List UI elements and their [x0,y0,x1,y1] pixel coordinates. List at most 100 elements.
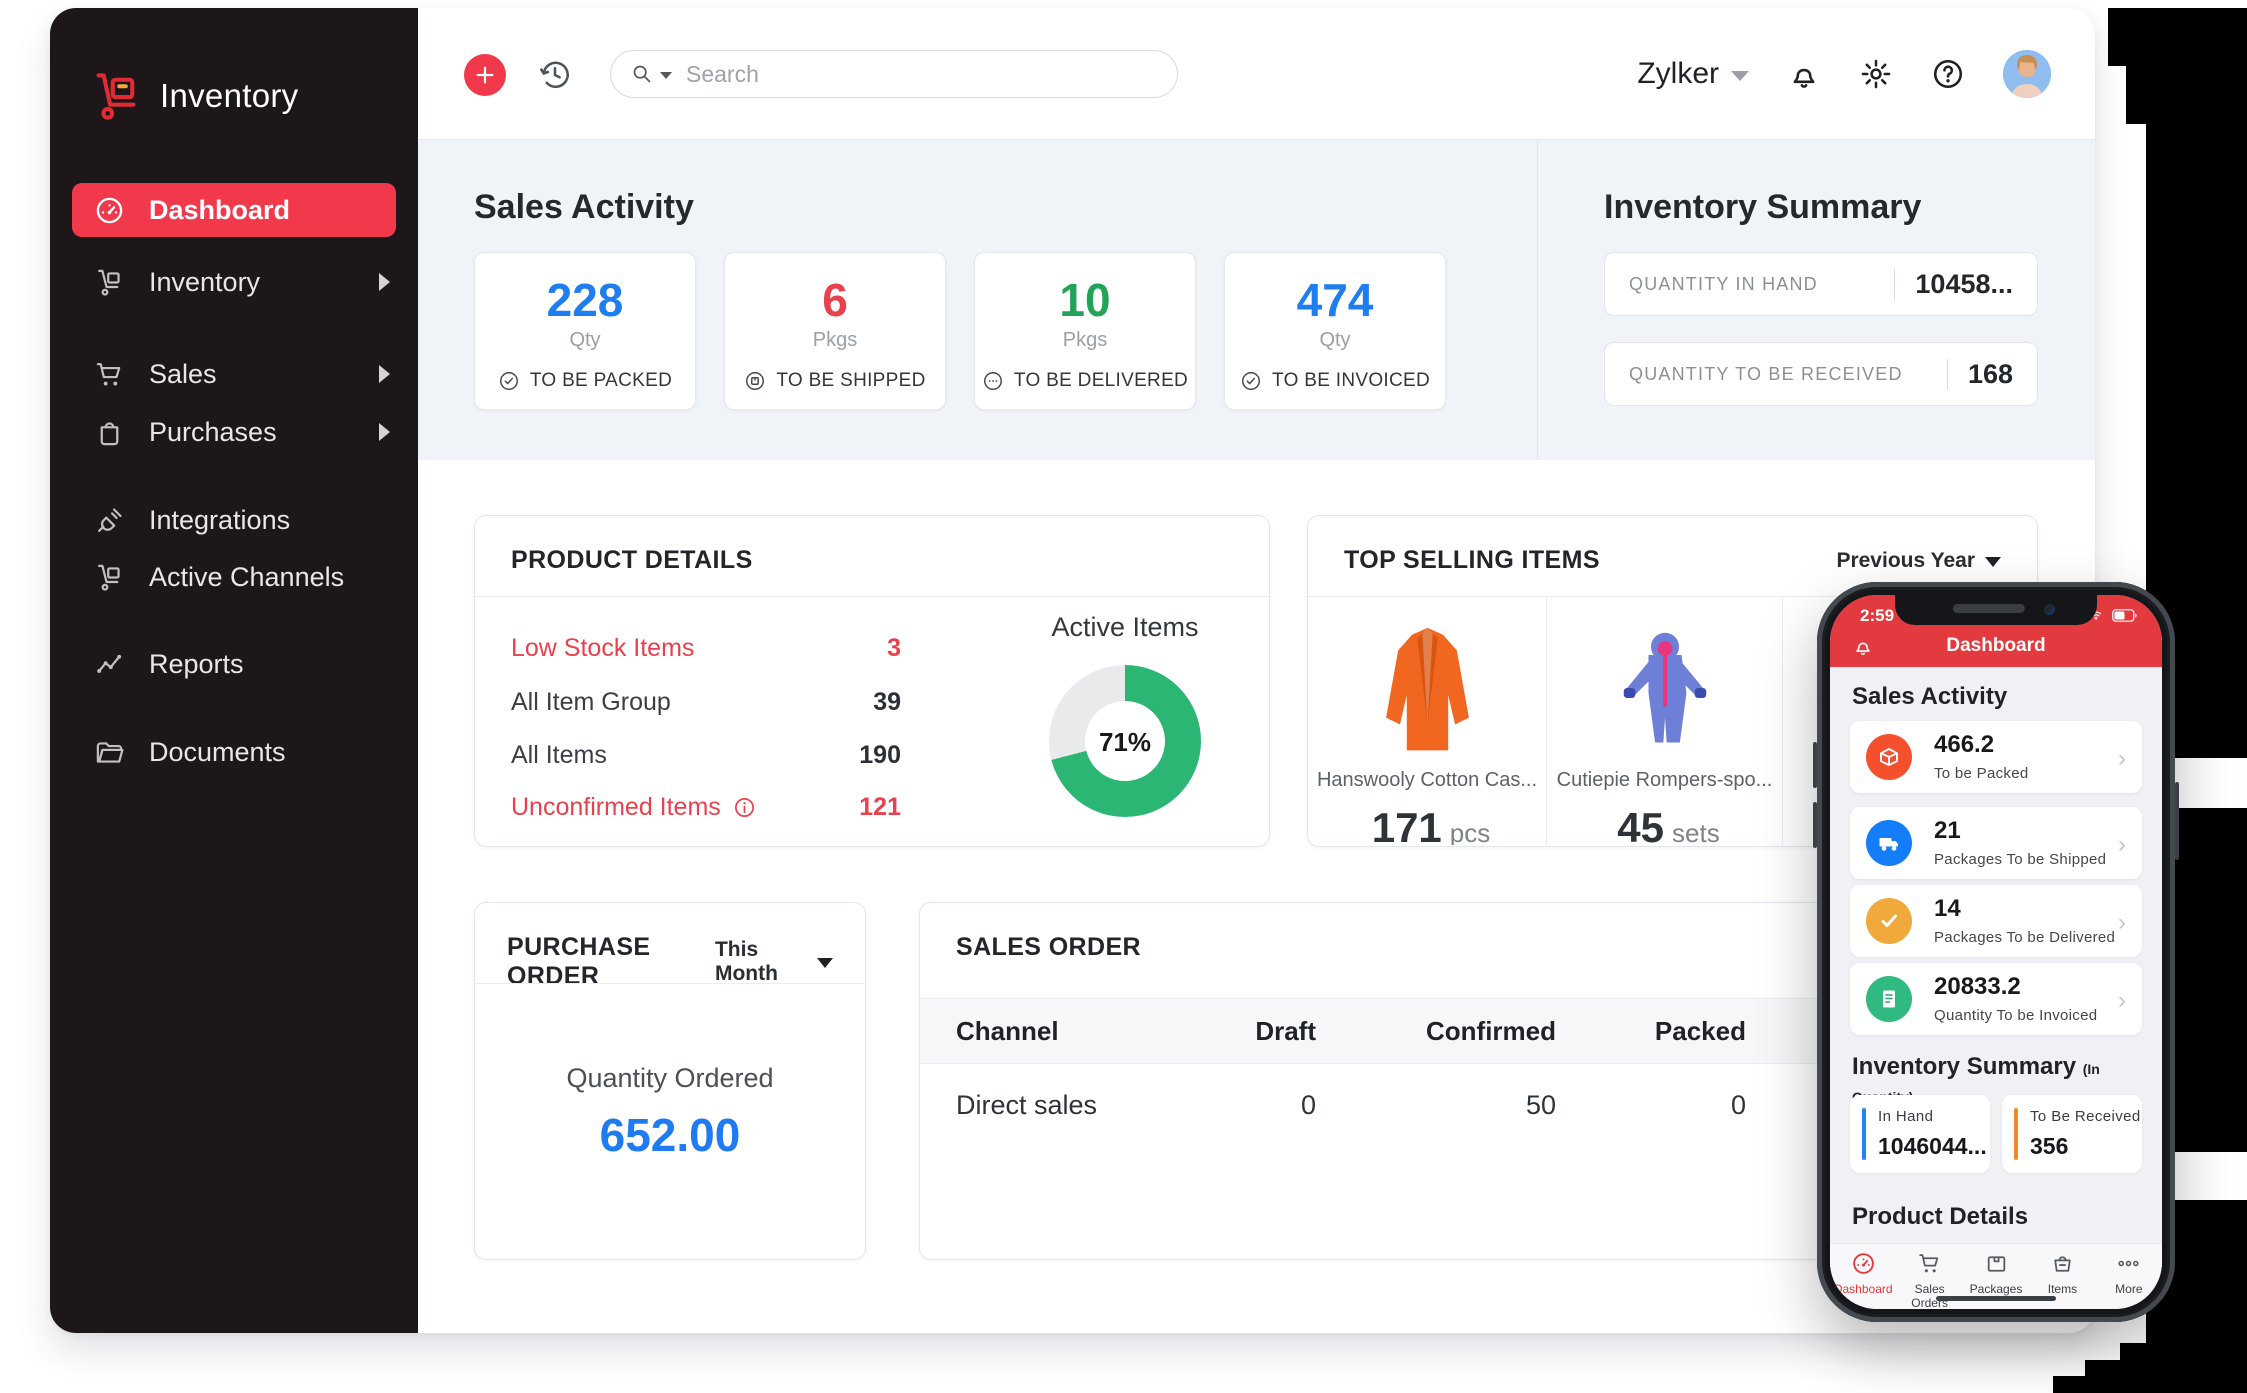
info-icon [733,796,756,819]
unconfirmed-items-row[interactable]: Unconfirmed Items 121 [511,793,901,822]
search-bar [610,50,1178,98]
to-be-shipped-card[interactable]: 6 Pkgs TO BE SHIPPED [724,252,946,410]
avatar-image [2003,50,2051,98]
sidebar-item-inventory[interactable]: Inventory [50,254,418,310]
org-name: Zylker [1637,57,1719,91]
search-scope-caret-icon[interactable] [660,72,672,79]
chevron-right-icon [379,423,390,441]
sales-activity-section: Sales Activity 228 Qty TO BE PACKED 6 Pk… [418,140,1537,460]
active-items-label: Active Items [995,612,1255,643]
help-button[interactable] [1931,57,1965,91]
recent-history-button[interactable] [534,54,576,96]
chevron-right-icon: › [2118,909,2126,937]
caret-down-icon [817,958,833,968]
user-avatar[interactable] [2003,50,2051,98]
screenshot-root: Inventory Dashboard Inventory Sales Purc… [0,0,2247,1393]
top-selling-items-title: TOP SELLING ITEMS [1344,546,1600,575]
purchase-order-range-dropdown[interactable]: This Month [715,938,833,986]
sidebar-item-documents[interactable]: Documents [50,724,418,780]
top-selling-item[interactable]: Cutiepie Rompers-spo... 45sets [1547,597,1783,845]
quantity-to-be-received-row: QUANTITY TO BE RECEIVED 168 [1604,342,2038,406]
sales-activity-title: Sales Activity [474,188,694,227]
summary-band: Sales Activity 228 Qty TO BE PACKED 6 Pk… [418,140,2095,460]
quantity-in-hand-value: 10458... [1894,269,2013,300]
cart-icon [94,359,125,390]
settings-button[interactable] [1859,57,1893,91]
active-items-donut: 71% [1049,665,1201,817]
chevron-right-icon [379,273,390,291]
active-items-chart: Active Items 71% [995,612,1255,817]
low-stock-items-row[interactable]: Low Stock Items 3 [511,634,901,663]
app-logo: Inventory [90,70,298,122]
phone-to-be-received-card[interactable]: To Be Received 356 [2002,1095,2142,1173]
search-input[interactable] [686,61,1157,88]
chevron-right-icon: › [2118,745,2126,773]
phone-page-title: Dashboard [1830,635,2162,657]
to-be-delivered-card[interactable]: 10 Pkgs TO BE DELIVERED [974,252,1196,410]
quantity-to-be-received-value: 168 [1947,359,2013,390]
to-be-shipped-value: 6 [725,273,945,327]
sidebar-item-purchases[interactable]: Purchases [50,404,418,460]
home-indicator[interactable] [1936,1296,2056,1301]
all-item-group-row[interactable]: All Item Group 39 [511,688,901,717]
chevron-down-icon [1731,71,1749,81]
document-icon [1877,987,1901,1011]
plug-icon [94,505,125,536]
handtruck-icon [94,267,125,298]
topbar: Zylker [418,8,2095,140]
phone-to-be-packed-card[interactable]: 466.2 To be Packed › [1850,721,2142,793]
add-new-button[interactable] [464,54,506,96]
app-title: Inventory [160,77,298,115]
phone-mockup: 2:59 Dashboard Sales Activity 4 [1817,582,2175,1322]
cart-icon [1917,1251,1942,1276]
tab-dashboard[interactable]: Dashboard [1830,1244,1896,1309]
check-circle-icon [498,370,520,392]
purchase-order-card: PURCHASE ORDER This Month Quantity Order… [474,902,866,1260]
product-details-card: PRODUCT DETAILS Low Stock Items 3 All It… [474,515,1270,847]
gauge-icon [1851,1251,1876,1276]
phone-to-be-invoiced-card[interactable]: 20833.2 Quantity To be Invoiced › [1850,963,2142,1035]
volume-button [1813,742,1817,788]
phone-in-hand-card[interactable]: In Hand 1046044... [1850,1095,1990,1173]
all-items-row[interactable]: All Items 190 [511,741,901,770]
battery-icon [2112,609,2138,622]
to-be-packed-card[interactable]: 228 Qty TO BE PACKED [474,252,696,410]
to-be-invoiced-card[interactable]: 474 Qty TO BE INVOICED [1224,252,1446,410]
phone-to-be-delivered-card[interactable]: 14 Packages To be Delivered › [1850,885,2142,957]
notifications-button[interactable] [1787,57,1821,91]
inventory-logo-icon [90,70,142,122]
quantity-in-hand-row: QUANTITY IN HAND 10458... [1604,252,2038,316]
truck-circle-icon [982,370,1004,392]
check-icon [1877,909,1901,933]
chevron-right-icon: › [2118,831,2126,859]
phone-notch [1895,595,2097,625]
sidebar-item-active-channels[interactable]: Active Channels [50,549,418,605]
bag-icon [94,417,125,448]
chevron-right-icon [379,365,390,383]
top-selling-range-dropdown[interactable]: Previous Year [1836,549,2001,573]
truck-icon [1877,831,1901,855]
product-details-title: PRODUCT DETAILS [511,546,753,575]
phone-screen: 2:59 Dashboard Sales Activity 4 [1830,595,2162,1309]
package-icon [1877,745,1901,769]
history-icon [537,57,573,93]
quantity-ordered-label: Quantity Ordered [475,1063,865,1094]
search-icon[interactable] [631,63,653,85]
to-be-delivered-value: 10 [975,273,1195,327]
phone-to-be-shipped-card[interactable]: 21 Packages To be Shipped › [1850,807,2142,879]
inventory-summary-section: Inventory Summary QUANTITY IN HAND 10458… [1537,140,2095,460]
power-button [2175,782,2179,860]
to-be-packed-value: 228 [475,273,695,327]
sidebar-item-sales[interactable]: Sales [50,346,418,402]
tab-more[interactable]: More [2096,1244,2162,1309]
product-image-romper [1547,619,1782,759]
volume-button [1813,802,1817,848]
sidebar-item-integrations[interactable]: Integrations [50,492,418,548]
basket-icon [2050,1251,2075,1276]
org-switcher[interactable]: Zylker [1637,57,1749,91]
phone-sales-activity-title: Sales Activity [1852,683,2007,711]
sidebar-item-dashboard[interactable]: Dashboard [72,183,396,237]
sidebar-item-reports[interactable]: Reports [50,636,418,692]
top-selling-item[interactable]: Hanswooly Cotton Cas... 171pcs [1308,597,1547,845]
caret-down-icon [1985,557,2001,567]
